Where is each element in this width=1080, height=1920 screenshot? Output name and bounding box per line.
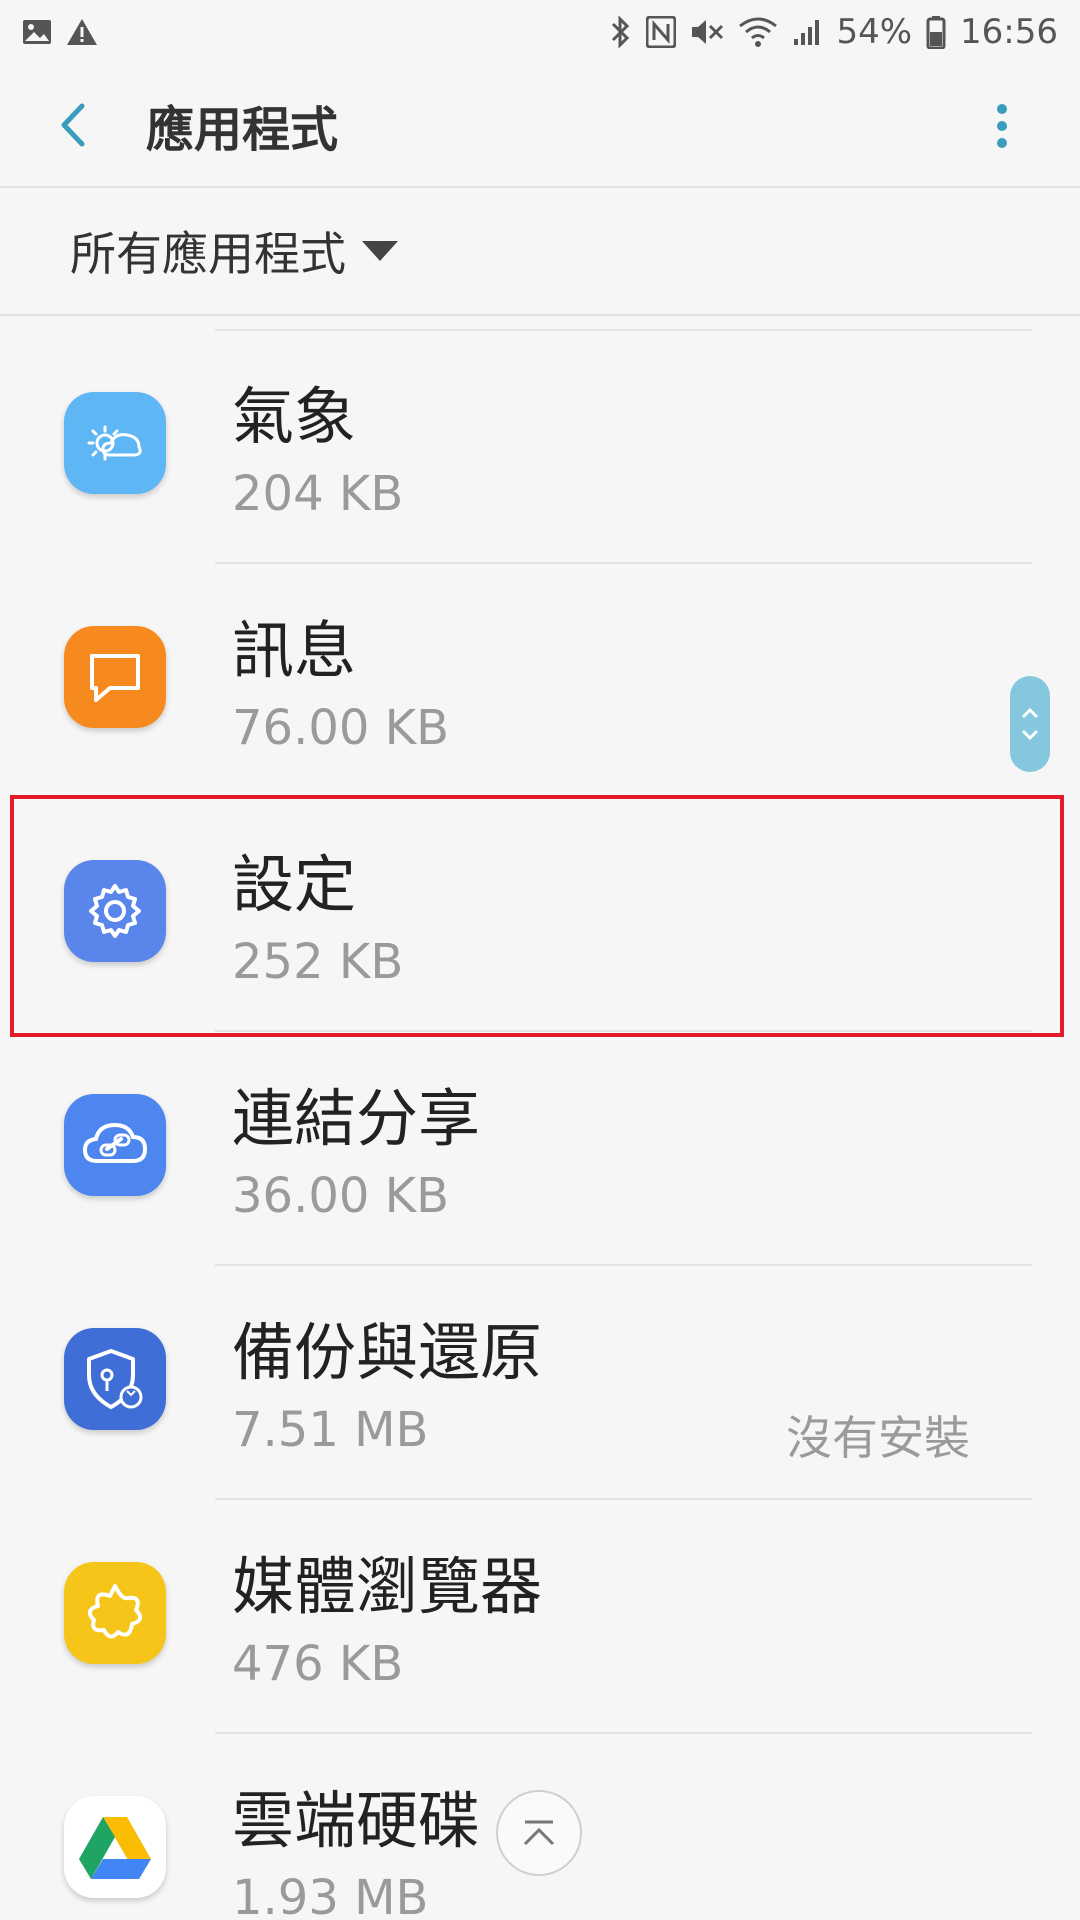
app-name: 媒體瀏覽器 bbox=[232, 1550, 543, 1623]
more-vert-icon bbox=[997, 104, 1007, 148]
chevron-left-icon bbox=[61, 103, 85, 147]
signal-icon bbox=[792, 17, 822, 47]
backup-restore-icon bbox=[64, 1328, 166, 1430]
app-list[interactable]: 氣象 204 KB 訊息 76.00 KB 設定 252 KB 連結分享 36.… bbox=[0, 316, 1080, 1920]
caret-down-icon bbox=[362, 241, 398, 261]
messages-icon bbox=[64, 626, 166, 728]
google-drive-icon bbox=[64, 1796, 166, 1898]
list-item-backup-restore[interactable]: 備份與還原 7.51 MB 沒有安裝 bbox=[0, 1266, 1080, 1500]
page-title: 應用程式 bbox=[146, 102, 339, 158]
nfc-icon bbox=[646, 16, 677, 48]
selection-highlight bbox=[10, 795, 1064, 1037]
app-size: 204 KB bbox=[232, 466, 404, 522]
back-button[interactable] bbox=[26, 77, 122, 173]
app-name: 訊息 bbox=[232, 614, 357, 687]
list-item-media-browser[interactable]: 媒體瀏覽器 476 KB bbox=[0, 1500, 1080, 1734]
wifi-icon bbox=[738, 16, 778, 48]
scroll-up-icon bbox=[523, 1820, 555, 1846]
list-item-messages[interactable]: 訊息 76.00 KB bbox=[0, 564, 1080, 798]
app-size: 476 KB bbox=[232, 1636, 404, 1692]
app-name: 氣象 bbox=[232, 380, 357, 453]
app-size: 36.00 KB bbox=[232, 1168, 450, 1224]
app-size: 1.93 MB bbox=[232, 1870, 429, 1920]
app-name: 雲端硬碟 bbox=[232, 1784, 481, 1857]
clock: 16:56 bbox=[960, 12, 1058, 52]
battery-icon bbox=[926, 15, 946, 49]
image-icon bbox=[22, 17, 52, 47]
app-filter-dropdown[interactable]: 所有應用程式 bbox=[0, 188, 1080, 316]
battery-percent: 54% bbox=[836, 12, 913, 52]
media-browser-icon bbox=[64, 1562, 166, 1664]
fast-scroll-handle[interactable] bbox=[1010, 676, 1050, 772]
status-bar: 54% 16:56 bbox=[0, 0, 1080, 64]
app-size: 7.51 MB bbox=[232, 1402, 429, 1458]
list-item-link-sharing[interactable]: 連結分享 36.00 KB bbox=[0, 1032, 1080, 1266]
weather-icon bbox=[64, 392, 166, 494]
chevron-down-icon bbox=[1021, 729, 1039, 741]
filter-label: 所有應用程式 bbox=[70, 227, 346, 281]
app-name: 備份與還原 bbox=[232, 1316, 543, 1389]
app-size: 76.00 KB bbox=[232, 700, 450, 756]
link-sharing-icon bbox=[64, 1094, 166, 1196]
mute-icon bbox=[690, 16, 724, 48]
chevron-up-icon bbox=[1021, 707, 1039, 719]
app-name: 連結分享 bbox=[232, 1082, 481, 1155]
more-options-button[interactable] bbox=[954, 78, 1050, 174]
warning-icon bbox=[66, 17, 98, 47]
bluetooth-icon bbox=[610, 15, 632, 49]
app-bar: 應用程式 bbox=[0, 64, 1080, 188]
scroll-to-top-button[interactable] bbox=[496, 1790, 582, 1876]
not-installed-label: 沒有安裝 bbox=[786, 1411, 970, 1465]
list-item-weather[interactable]: 氣象 204 KB bbox=[0, 330, 1080, 564]
